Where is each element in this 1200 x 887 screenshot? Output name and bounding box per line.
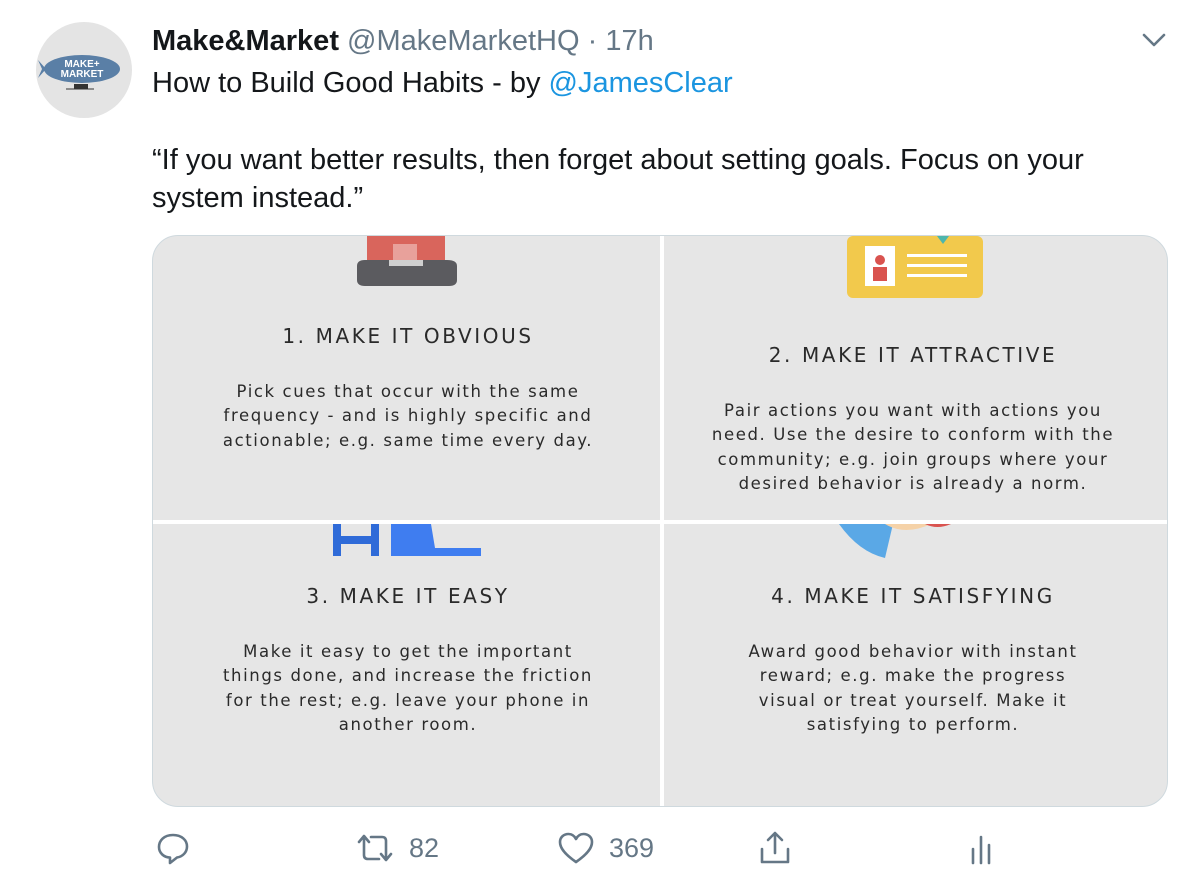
retweet-button[interactable]: 82 xyxy=(355,825,439,871)
share-icon xyxy=(760,831,790,864)
reply-icon xyxy=(157,833,189,865)
svg-text:MARKET: MARKET xyxy=(61,69,104,80)
retweet-icon xyxy=(357,834,393,862)
panel-body: Pair actions you want with actions you n… xyxy=(711,401,1115,493)
habit-panel-1: 1. MAKE IT OBVIOUS Pick cues that occur … xyxy=(193,324,623,453)
habit-panel-3: 3. MAKE IT EASY Make it easy to get the … xyxy=(193,584,623,737)
blimp-logo-icon: MAKE+ MARKET xyxy=(38,55,120,90)
horizontal-divider xyxy=(153,520,1167,524)
tweet-quote-text: “If you want better results, then forget… xyxy=(152,144,1084,214)
separator: · xyxy=(587,25,598,57)
id-card-icon xyxy=(847,236,983,298)
reply-button[interactable] xyxy=(155,825,191,871)
panel-body: Pick cues that occur with the same frequ… xyxy=(222,382,594,450)
like-button[interactable]: 369 xyxy=(557,825,654,871)
mention-link[interactable]: @JamesClear xyxy=(549,67,733,99)
tweet[interactable]: MAKE+ MARKET Make&Market @MakeMarketHQ ·… xyxy=(0,0,1200,887)
retweet-count: 82 xyxy=(409,832,440,863)
display-name[interactable]: Make&Market xyxy=(152,25,339,57)
timestamp[interactable]: 17h xyxy=(605,25,653,57)
analytics-button[interactable] xyxy=(965,825,997,871)
chevron-down-icon xyxy=(1142,33,1166,47)
user-handle[interactable]: @MakeMarketHQ xyxy=(347,25,579,57)
panel-title: 2. MAKE IT ATTRACTIVE xyxy=(768,343,1058,367)
tweet-image[interactable]: 1. MAKE IT OBVIOUS Pick cues that occur … xyxy=(152,235,1168,807)
tweet-header: Make&Market @MakeMarketHQ · 17h xyxy=(152,24,654,58)
habit-panel-2: 2. MAKE IT ATTRACTIVE Pair actions you w… xyxy=(698,343,1128,496)
analytics-icon xyxy=(971,835,991,865)
avatar[interactable]: MAKE+ MARKET xyxy=(36,22,132,118)
panel-title: 4. MAKE IT SATISFYING xyxy=(771,584,1055,608)
panel-body: Make it easy to get the important things… xyxy=(222,642,593,734)
heart-icon xyxy=(558,832,594,864)
tweet-text-line: How to Build Good Habits - by @JamesClea… xyxy=(152,65,733,101)
chair-illustration-icon xyxy=(333,524,481,556)
device-illustration-icon xyxy=(357,236,457,286)
tweet-text-prefix: How to Build Good Habits - by xyxy=(152,67,549,99)
habit-panel-4: 4. MAKE IT SATISFYING Award good behavio… xyxy=(698,584,1128,737)
reward-illustration-icon xyxy=(839,524,951,558)
panel-title: 3. MAKE IT EASY xyxy=(306,584,510,608)
share-button[interactable] xyxy=(757,825,793,871)
panel-title: 1. MAKE IT OBVIOUS xyxy=(282,324,534,348)
tweet-actions-bar: 82 369 xyxy=(0,825,1200,875)
like-count: 369 xyxy=(609,832,655,863)
more-options-button[interactable] xyxy=(1140,30,1168,50)
panel-body: Award good behavior with instant reward;… xyxy=(748,642,1078,734)
